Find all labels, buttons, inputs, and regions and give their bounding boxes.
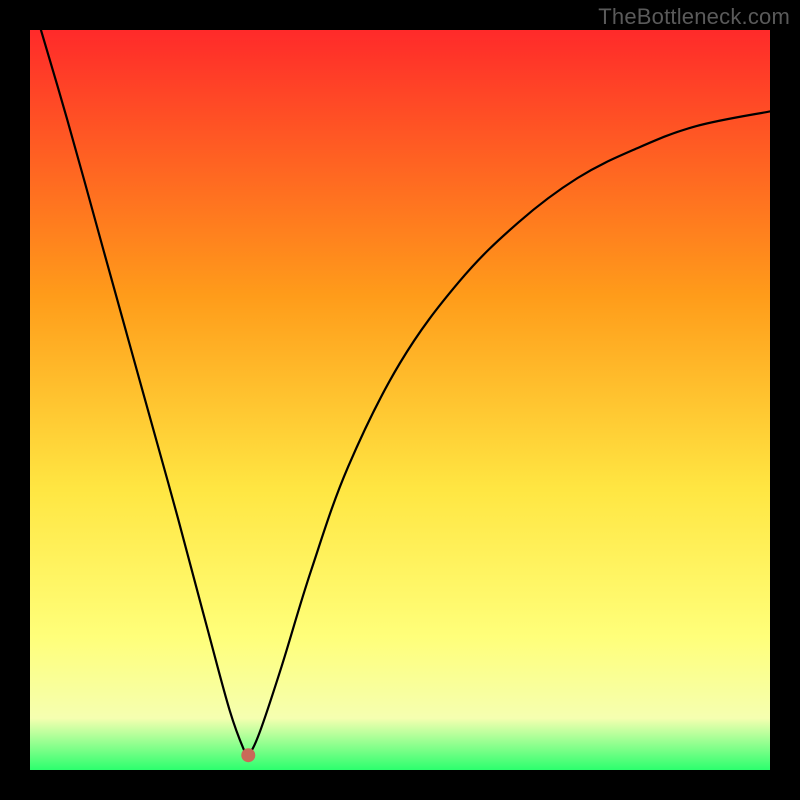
chart-svg — [30, 30, 770, 770]
gradient-background — [30, 30, 770, 770]
plot-area — [30, 30, 770, 770]
minimum-marker — [241, 748, 255, 762]
watermark-label: TheBottleneck.com — [598, 4, 790, 30]
chart-frame: TheBottleneck.com — [0, 0, 800, 800]
